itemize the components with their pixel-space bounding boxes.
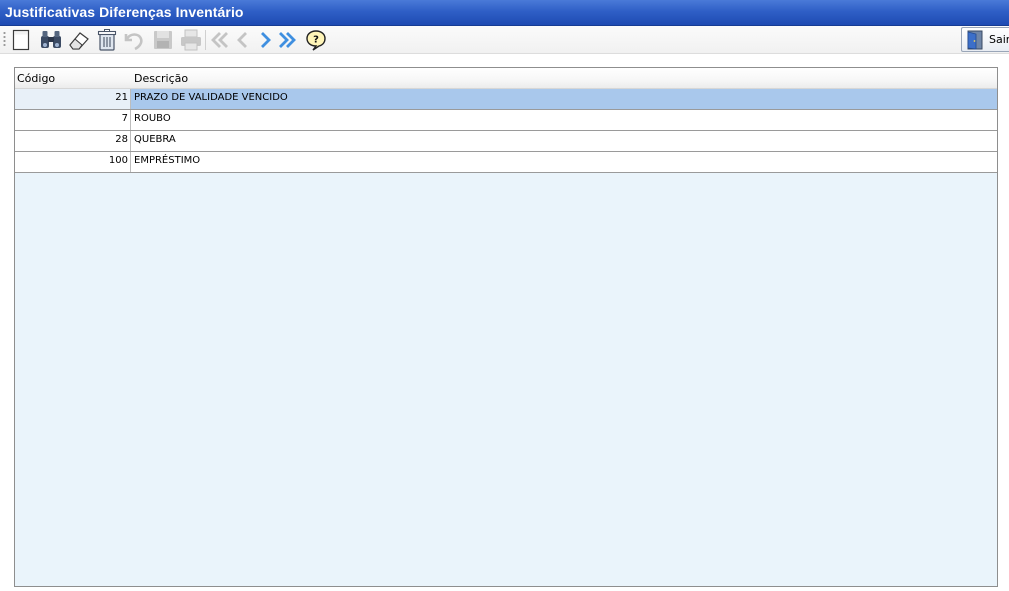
cell-codigo: 21 <box>15 89 131 109</box>
table-row[interactable]: 7 ROUBO <box>15 110 997 131</box>
grid-header: Código Descrição <box>15 68 997 89</box>
app-window: Justificativas Diferenças Inventário ? S… <box>0 0 1009 591</box>
cell-descricao: QUEBRA <box>134 134 176 145</box>
new-icon[interactable] <box>9 28 33 52</box>
cell-codigo: 100 <box>15 152 131 172</box>
column-header-codigo[interactable]: Código <box>17 72 55 85</box>
toolbar-separator <box>205 30 206 50</box>
binoculars-icon[interactable] <box>39 28 63 52</box>
save-icon[interactable] <box>151 28 175 52</box>
cell-codigo: 7 <box>15 110 131 130</box>
previous-record-icon[interactable] <box>231 28 255 52</box>
table-row[interactable]: 21 PRAZO DE VALIDADE VENCIDO <box>15 89 997 110</box>
window-title: Justificativas Diferenças Inventário <box>5 4 244 20</box>
next-record-icon[interactable] <box>253 28 277 52</box>
trash-icon[interactable] <box>95 28 119 52</box>
help-icon[interactable]: ? <box>304 28 328 52</box>
cell-codigo: 28 <box>15 131 131 151</box>
toolbar-grip[interactable] <box>3 31 6 48</box>
table-row[interactable]: 28 QUEBRA <box>15 131 997 152</box>
exit-button-label: Sair <box>989 33 1009 46</box>
last-record-icon[interactable] <box>275 28 299 52</box>
eraser-icon[interactable] <box>67 28 91 52</box>
first-record-icon[interactable] <box>208 28 232 52</box>
title-bar: Justificativas Diferenças Inventário <box>0 0 1009 26</box>
svg-text:?: ? <box>313 35 319 46</box>
table-row[interactable]: 100 EMPRÉSTIMO <box>15 152 997 173</box>
exit-door-icon <box>965 30 985 50</box>
toolbar: ? Sair <box>0 26 1009 54</box>
justification-grid: Código Descrição 21 PRAZO DE VALIDADE VE… <box>14 67 998 587</box>
cell-descricao: PRAZO DE VALIDADE VENCIDO <box>131 89 997 109</box>
print-icon[interactable] <box>179 28 203 52</box>
cell-descricao: EMPRÉSTIMO <box>134 155 201 166</box>
undo-icon[interactable] <box>122 28 146 52</box>
exit-button[interactable]: Sair <box>961 27 1009 52</box>
column-header-descricao[interactable]: Descrição <box>134 72 188 85</box>
cell-descricao: ROUBO <box>134 113 171 124</box>
